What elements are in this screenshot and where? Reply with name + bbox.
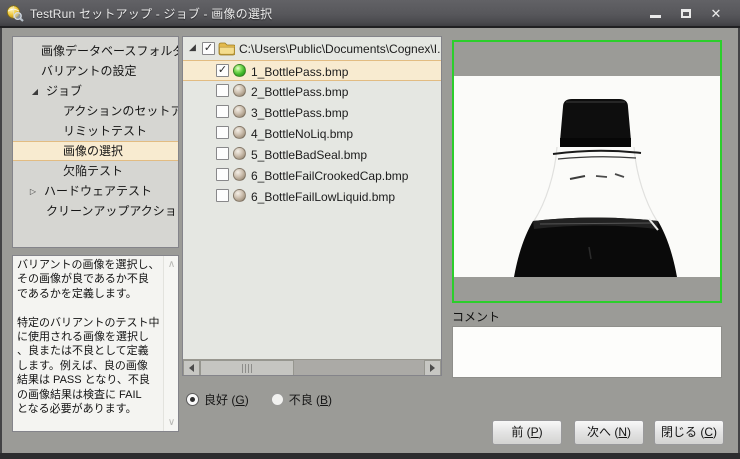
file-name: 4_BottleNoLiq.bmp xyxy=(251,127,353,141)
radio-bad-label: 不良 (B) xyxy=(289,391,332,408)
status-neutral-icon xyxy=(233,126,246,139)
maximize-button[interactable] xyxy=(673,3,699,23)
radio-good-icon[interactable] xyxy=(186,393,199,406)
step-description-panel: バリアントの画像を選択し、 その画像が良であるか不良 であるかを定義します。 特… xyxy=(12,255,179,432)
close-dialog-button[interactable]: 閉じる (C) xyxy=(654,420,724,445)
comment-label: コメント xyxy=(452,308,500,325)
status-pass-icon xyxy=(233,64,246,77)
file-row[interactable]: 3_BottlePass.bmp xyxy=(183,102,441,123)
minimize-button[interactable] xyxy=(642,3,668,23)
sidebar-item[interactable]: クリーンアップアクション xyxy=(13,201,178,221)
radio-good-label: 良好 (G) xyxy=(204,391,249,408)
status-neutral-icon xyxy=(233,84,246,97)
sidebar-item-label: バリアントの設定 xyxy=(41,64,137,78)
folder-icon xyxy=(218,41,235,56)
bottle-preview-image xyxy=(454,42,720,301)
radio-bad-icon[interactable] xyxy=(271,393,284,406)
sidebar-item[interactable]: 画像データベースフォルダ xyxy=(13,41,178,61)
file-name: 6_BottleFailLowLiquid.bmp xyxy=(251,190,395,204)
file-checkbox[interactable]: ✓ xyxy=(216,64,229,77)
close-icon: ✕ xyxy=(711,7,722,20)
next-button[interactable]: 次へ (N) xyxy=(574,420,644,445)
description-scrollbar[interactable]: ∧ ∨ xyxy=(163,256,178,431)
prev-button[interactable]: 前 (P) xyxy=(492,420,562,445)
file-checkbox[interactable] xyxy=(216,189,229,202)
app-icon xyxy=(6,5,24,22)
window-border-left xyxy=(0,28,2,459)
sidebar-item[interactable]: リミットテスト xyxy=(13,121,178,141)
status-neutral-icon xyxy=(233,147,246,160)
file-checkbox[interactable] xyxy=(216,105,229,118)
file-name: 1_BottlePass.bmp xyxy=(251,65,348,79)
horizontal-scrollbar[interactable] xyxy=(183,359,441,375)
image-preview xyxy=(452,40,722,303)
file-name: 6_BottleFailCrookedCap.bmp xyxy=(251,169,408,183)
comment-input[interactable] xyxy=(452,326,722,378)
scrollbar-grip-icon xyxy=(242,364,253,373)
file-row[interactable]: 6_BottleFailCrookedCap.bmp xyxy=(183,165,441,186)
scroll-left-icon xyxy=(189,364,194,372)
scroll-up-icon[interactable]: ∧ xyxy=(164,259,179,270)
file-row[interactable]: 6_BottleFailLowLiquid.bmp xyxy=(183,186,441,207)
wizard-step-nav: 画像データベースフォルダバリアントの設定◢ ジョブアクションのセットアップリミット… xyxy=(12,36,179,248)
file-name: 3_BottlePass.bmp xyxy=(251,106,348,120)
sidebar-item[interactable]: ◢ ジョブ xyxy=(13,81,178,101)
sidebar-item[interactable]: 画像の選択 xyxy=(13,141,178,161)
file-rows: ✓ 1_BottlePass.bmp 2_BottlePass.bmp 3_Bottl… xyxy=(183,60,441,207)
scroll-down-icon[interactable]: ∨ xyxy=(164,417,179,428)
file-name: 5_BottleBadSeal.bmp xyxy=(251,148,367,162)
sidebar-item-label: アクションのセットアップ xyxy=(63,104,179,118)
sidebar-item-label: 画像データベースフォルダ xyxy=(41,44,179,58)
file-checkbox[interactable] xyxy=(216,84,229,97)
file-row[interactable]: 2_BottlePass.bmp xyxy=(183,81,441,102)
expanded-expander-icon[interactable]: ◢ xyxy=(189,42,196,53)
folder-root-row[interactable]: ◢ ✓ C:\Users\Public\Documents\Cognex\I..… xyxy=(183,39,441,60)
sidebar-item-label: 欠陥テスト xyxy=(63,164,123,178)
sidebar-item[interactable]: バリアントの設定 xyxy=(13,61,178,81)
sidebar-item[interactable]: 欠陥テスト xyxy=(13,161,178,181)
radio-good[interactable]: 良好 (G) xyxy=(186,391,249,408)
window-border-bottom xyxy=(0,453,740,459)
file-checkbox[interactable] xyxy=(216,168,229,181)
folder-checkbox[interactable]: ✓ xyxy=(202,42,215,55)
file-row[interactable]: 4_BottleNoLiq.bmp xyxy=(183,123,441,144)
radio-bad[interactable]: 不良 (B) xyxy=(271,391,332,408)
sidebar-item-label: クリーンアップアクション xyxy=(46,204,179,218)
scroll-right-button[interactable] xyxy=(424,360,441,376)
file-name: 2_BottlePass.bmp xyxy=(251,85,348,99)
file-row[interactable]: ✓ 1_BottlePass.bmp xyxy=(183,60,441,81)
sidebar-item[interactable]: ▷ ハードウェアテスト xyxy=(13,181,178,201)
sidebar-item[interactable]: アクションのセットアップ xyxy=(13,101,178,121)
status-neutral-icon xyxy=(233,189,246,202)
grade-options: 良好 (G) 不良 (B) xyxy=(186,391,332,407)
image-file-list: ◢ ✓ C:\Users\Public\Documents\Cognex\I..… xyxy=(182,36,442,376)
sidebar-item-label: 画像の選択 xyxy=(63,144,123,158)
status-neutral-icon xyxy=(233,105,246,118)
collapsed-expander-icon[interactable]: ▷ xyxy=(27,182,39,202)
maximize-icon xyxy=(681,9,691,18)
file-checkbox[interactable] xyxy=(216,147,229,160)
file-row[interactable]: 5_BottleBadSeal.bmp xyxy=(183,144,441,165)
titlebar: TestRun セットアップ - ジョブ - 画像の選択 xyxy=(0,0,740,28)
sidebar-item-label: リミットテスト xyxy=(63,124,147,138)
sidebar-item-label: ジョブ xyxy=(46,84,82,98)
scroll-left-button[interactable] xyxy=(183,360,200,376)
step-description-text: バリアントの画像を選択し、 その画像が良であるか不良 であるかを定義します。 特… xyxy=(17,258,163,416)
status-neutral-icon xyxy=(233,168,246,181)
minimize-icon xyxy=(650,15,661,18)
expanded-expander-icon[interactable]: ◢ xyxy=(29,82,41,102)
file-checkbox[interactable] xyxy=(216,126,229,139)
scroll-right-icon xyxy=(430,364,435,372)
close-button[interactable]: ✕ xyxy=(703,3,729,23)
scrollbar-thumb[interactable] xyxy=(200,360,294,376)
testrun-setup-dialog: TestRun セットアップ - ジョブ - 画像の選択 ✕ 画像データベースフ… xyxy=(0,0,740,459)
folder-path[interactable]: C:\Users\Public\Documents\Cognex\I... xyxy=(239,42,442,56)
sidebar-item-label: ハードウェアテスト xyxy=(44,184,152,198)
window-title: TestRun セットアップ - ジョブ - 画像の選択 xyxy=(30,5,272,22)
